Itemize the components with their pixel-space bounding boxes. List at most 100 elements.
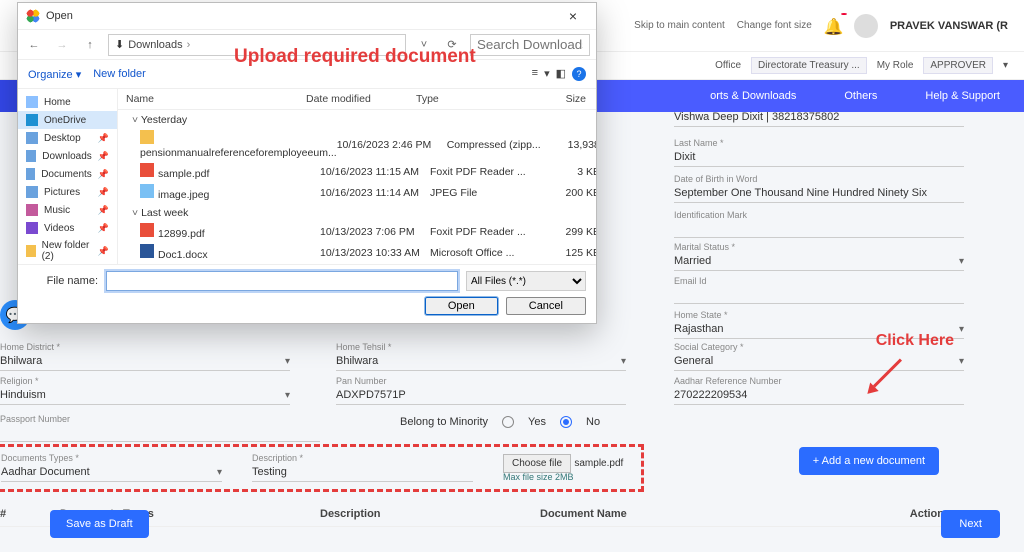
- col-docname: Document Name: [540, 508, 740, 520]
- chrome-icon: [26, 9, 40, 23]
- file-icon: [140, 184, 154, 198]
- sidebar-item-desktop[interactable]: Desktop 📌: [18, 129, 117, 147]
- folder-icon: [26, 114, 38, 126]
- font-size-link[interactable]: Change font size: [737, 20, 812, 31]
- religion-select[interactable]: Hinduism: [0, 386, 290, 405]
- email-label: Email Id: [674, 276, 964, 286]
- file-row[interactable]: 12899.pdf10/13/2023 7:06 PMFoxit PDF Rea…: [118, 221, 596, 242]
- sidebar-item-videos[interactable]: Videos📌: [18, 219, 117, 237]
- new-folder-button[interactable]: New folder: [93, 68, 146, 80]
- mstatus-label: Marital Status *: [674, 242, 964, 252]
- dobw-label: Date of Birth in Word: [674, 174, 964, 184]
- pin-icon: 📌: [98, 187, 109, 198]
- role-select[interactable]: APPROVER: [923, 57, 993, 74]
- minority-yes-radio[interactable]: [502, 416, 514, 428]
- folder-icon: [26, 186, 38, 198]
- col-name[interactable]: Name: [126, 93, 306, 105]
- minority-row: Belong to Minority Yes No: [400, 416, 600, 428]
- name-line: Vishwa Deep Dixit | 38218375802: [674, 108, 964, 127]
- bell-badge: [841, 13, 847, 15]
- click-here-annotation: Click Here: [876, 332, 954, 350]
- skip-link[interactable]: Skip to main content: [634, 20, 725, 31]
- pin-icon: 📌: [98, 133, 109, 144]
- sidebar-item-new-folder-2-[interactable]: New folder (2)📌: [18, 237, 117, 264]
- passport-label: Passport Number: [0, 414, 320, 424]
- office-select[interactable]: Directorate Treasury ...: [751, 57, 867, 74]
- help-icon[interactable]: ?: [572, 67, 586, 81]
- lastname-input[interactable]: Dixit: [674, 148, 964, 167]
- pan-input[interactable]: ADXPD7571P: [336, 386, 626, 405]
- htehsil-label: Home Tehsil *: [336, 342, 626, 352]
- email-input[interactable]: [674, 286, 964, 304]
- search-input[interactable]: [470, 34, 590, 56]
- folder-icon: [26, 222, 38, 234]
- close-icon[interactable]: ×: [558, 8, 588, 24]
- pin-icon: 📌: [98, 246, 109, 257]
- add-document-button[interactable]: + Add a new document: [799, 447, 939, 475]
- file-row[interactable]: sample.pdf10/16/2023 11:15 AMFoxit PDF R…: [118, 161, 596, 182]
- path-crumb[interactable]: Downloads: [128, 39, 182, 51]
- sidebar-label: Home: [44, 97, 71, 108]
- aadhar-input[interactable]: 270222209534: [674, 386, 964, 405]
- file-icon: [140, 244, 154, 258]
- chevron-down-icon[interactable]: ▾: [1003, 60, 1008, 71]
- office-label: Office: [715, 60, 741, 71]
- pin-icon: 📌: [98, 151, 109, 162]
- hdist-select[interactable]: Bhilwara: [0, 352, 290, 371]
- document-upload-row: Documents Types *Aadhar Document Descrip…: [0, 444, 644, 492]
- sidebar-label: OneDrive: [44, 115, 86, 126]
- file-group[interactable]: Last week: [118, 203, 596, 221]
- upload-annotation: Upload required document: [234, 46, 476, 68]
- doctype-select[interactable]: Aadhar Document: [1, 463, 222, 482]
- file-row[interactable]: pensionmanualreferenceforemployeeum...10…: [118, 128, 596, 161]
- col-type[interactable]: Type: [416, 93, 526, 105]
- scat-select[interactable]: General: [674, 352, 964, 371]
- forward-icon: →: [52, 39, 72, 51]
- folder-icon: [26, 150, 36, 162]
- file-group[interactable]: Yesterday: [118, 110, 596, 128]
- bell-icon[interactable]: 🔔: [824, 17, 842, 35]
- up-icon[interactable]: ↑: [80, 39, 100, 51]
- filename-input[interactable]: [106, 271, 458, 291]
- sidebar-item-documents[interactable]: Documents📌: [18, 165, 117, 183]
- idmark-label: Identification Mark: [674, 210, 964, 220]
- sidebar-item-home[interactable]: Home: [18, 93, 117, 111]
- view-list-icon[interactable]: ≡: [532, 67, 538, 81]
- hstate-label: Home State *: [674, 310, 964, 320]
- sidebar-item-onedrive[interactable]: OneDrive: [18, 111, 117, 129]
- dialog-titlebar: Open ×: [18, 3, 596, 29]
- col-date[interactable]: Date modified: [306, 93, 416, 105]
- back-icon[interactable]: ←: [24, 39, 44, 51]
- minority-no-radio[interactable]: [560, 416, 572, 428]
- sidebar-item-downloads[interactable]: Downloads📌: [18, 147, 117, 165]
- dialog-title: Open: [46, 10, 73, 22]
- sidebar-item-music[interactable]: Music📌: [18, 201, 117, 219]
- avatar[interactable]: [854, 14, 878, 38]
- download-folder-icon: ⬇: [115, 38, 124, 51]
- save-draft-button[interactable]: Save as Draft: [50, 510, 149, 538]
- file-row[interactable]: image.jpeg10/16/2023 11:14 AMJPEG File20…: [118, 182, 596, 203]
- cancel-button[interactable]: Cancel: [506, 297, 586, 315]
- docdesc-label: Description *: [252, 453, 473, 463]
- sidebar-label: Documents: [41, 169, 92, 180]
- sidebar-item-pictures[interactable]: Pictures📌: [18, 183, 117, 201]
- preview-icon[interactable]: ◧: [556, 67, 566, 81]
- organize-menu[interactable]: Organize ▾: [28, 68, 81, 81]
- pin-icon: 📌: [98, 223, 109, 234]
- htehsil-select[interactable]: Bhilwara: [336, 352, 626, 371]
- mstatus-select[interactable]: Married: [674, 252, 964, 271]
- col-size[interactable]: Size: [526, 93, 586, 105]
- filetype-select[interactable]: All Files (*.*): [466, 271, 586, 291]
- next-button[interactable]: Next: [941, 510, 1000, 538]
- dobw-input[interactable]: September One Thousand Nine Hundred Nine…: [674, 184, 964, 203]
- pan-label: Pan Number: [336, 376, 626, 386]
- file-list-header: Name Date modified Type Size: [118, 89, 596, 110]
- sidebar-label: Desktop: [44, 133, 81, 144]
- open-button[interactable]: Open: [425, 297, 498, 315]
- pin-icon: 📌: [98, 205, 109, 216]
- docdesc-input[interactable]: Testing: [252, 463, 473, 482]
- choose-file-button[interactable]: Choose file: [503, 454, 571, 473]
- chosen-file: sample.pdf: [574, 458, 623, 469]
- file-row[interactable]: Doc1.docx10/13/2023 10:33 AMMicrosoft Of…: [118, 242, 596, 263]
- idmark-input[interactable]: [674, 220, 964, 238]
